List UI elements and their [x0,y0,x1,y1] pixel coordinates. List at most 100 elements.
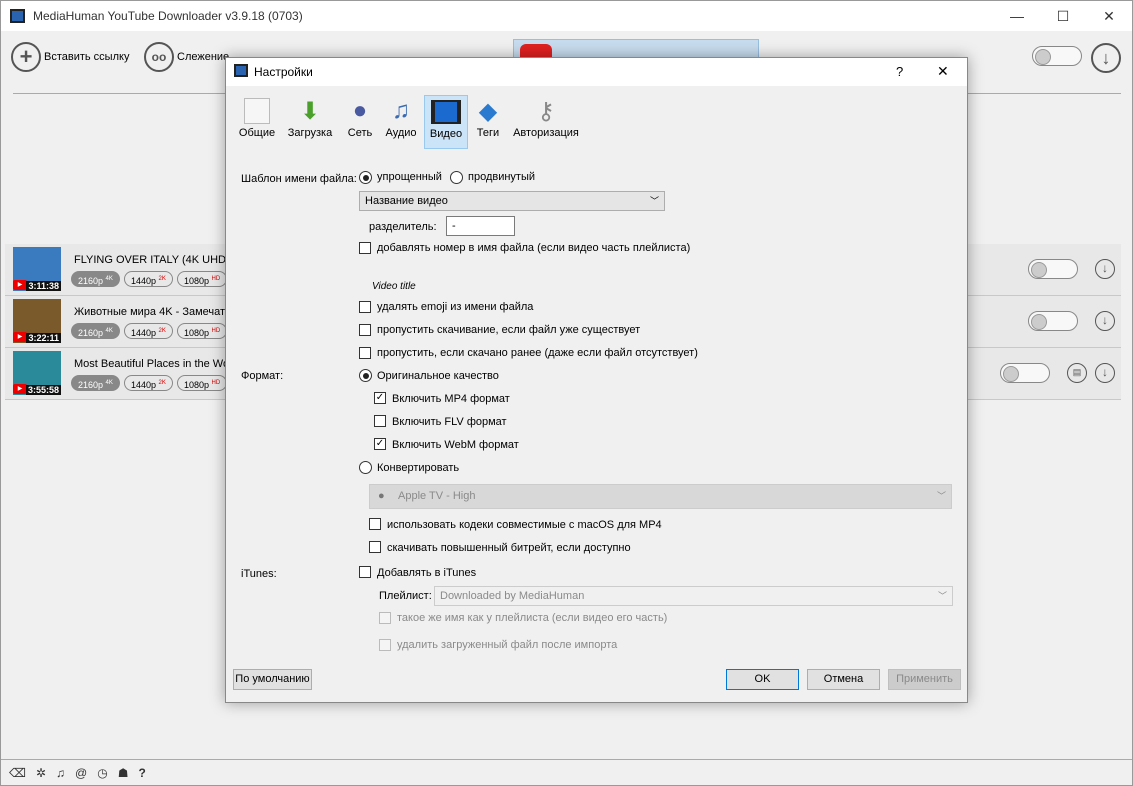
ok-button[interactable]: OK [726,669,799,690]
settings-app-icon [234,64,248,77]
clock-icon[interactable]: ◷ [97,766,107,786]
mp4-checkbox[interactable]: ✓ [374,392,386,404]
row-toggle[interactable] [1028,311,1078,331]
quality-1080p[interactable]: 1080p HD [177,323,228,339]
tab-download[interactable]: ⬇ Загрузка [284,95,336,149]
original-quality-label: Оригинальное качество [377,370,499,382]
quality-2160p[interactable]: 2160p 4K [71,323,120,339]
minimize-button[interactable]: — [994,1,1040,31]
flv-label: Включить FLV формат [392,416,507,428]
tab-video[interactable]: Видео [424,95,468,149]
quality-1440p[interactable]: 1440p 2K [124,375,173,391]
document-icon[interactable]: ▤ [1067,363,1087,383]
playlist-input[interactable]: Downloaded by MediaHuman ﹀ [434,586,953,606]
globe-icon: ● [352,97,368,124]
add-itunes-checkbox[interactable] [359,566,371,578]
help-icon[interactable]: ? [138,766,145,786]
convert-label: Конвертировать [377,462,460,474]
quality-2160p[interactable]: 2160p 4K [71,271,120,287]
same-name-checkbox[interactable] [379,612,391,624]
youtube-icon: ▶ [13,332,27,342]
advanced-radio[interactable] [450,171,463,184]
mode-toggle[interactable] [1032,46,1082,66]
youtube-icon: ▶ [13,280,27,290]
skip-exists-checkbox[interactable] [359,324,371,336]
webm-label: Включить WebM формат [392,439,519,451]
binoculars-icon[interactable]: ☗ [118,766,129,786]
close-window-button[interactable]: ✕ [1086,1,1132,31]
defaults-button[interactable]: По умолчанию [233,669,312,690]
help-button[interactable]: ? [896,64,903,79]
separator-input[interactable]: - [446,216,515,236]
duration: 3:22:11 [26,333,61,343]
download-icon[interactable]: ↓ [1095,311,1115,331]
download-arrow-icon: ⬇ [299,97,321,125]
convert-preset-select[interactable]: ● Apple TV - High ﹀ [369,484,952,509]
macos-codecs-checkbox[interactable] [369,518,381,530]
youtube-icon: ▶ [13,384,27,394]
advanced-label: продвинутый [468,171,536,183]
row-toggle[interactable] [1000,363,1050,383]
quality-1440p[interactable]: 1440p 2K [124,271,173,287]
paste-link-label: Вставить ссылку [44,51,130,63]
close-dialog-button[interactable]: ✕ [937,63,949,80]
switch-icon [236,95,278,127]
skip-downloaded-checkbox[interactable] [359,347,371,359]
maximize-button[interactable]: ☐ [1040,1,1086,31]
download-all-icon[interactable]: ↓ [1091,43,1121,73]
tab-network[interactable]: ● Сеть [342,95,378,149]
quality-1080p[interactable]: 1080p HD [177,271,228,287]
video-title: FLYING OVER ITALY (4K UHD) - [74,254,237,266]
quality-2160p[interactable]: 2160p 4K [71,375,120,391]
quality-1080p[interactable]: 1080p HD [177,375,228,391]
title-bar: MediaHuman YouTube Downloader v3.9.18 (0… [1,1,1132,31]
snail-icon[interactable]: @ [75,766,87,786]
plus-icon: + [11,42,41,72]
music-note-icon: ♫ [392,97,410,124]
tab-general[interactable]: Общие [236,95,278,149]
tracking-button[interactable]: oo Слежение [144,42,229,72]
tab-audio[interactable]: ♫ Аудио [382,95,420,149]
app-title: MediaHuman YouTube Downloader v3.9.18 (0… [33,9,303,23]
thumbnail: ▶ 3:11:38 [13,247,61,291]
clean-icon[interactable]: ⌫ [9,766,26,786]
duration: 3:11:38 [26,281,61,291]
cancel-button[interactable]: Отмена [807,669,880,690]
macos-codecs-label: использовать кодеки совместимые с macOS … [387,519,662,531]
row-toggle[interactable] [1028,259,1078,279]
download-icon[interactable]: ↓ [1095,259,1115,279]
mp4-label: Включить MP4 формат [392,393,510,405]
settings-icon[interactable]: ✲ [36,766,46,786]
webm-checkbox[interactable]: ✓ [374,438,386,450]
remove-emoji-checkbox[interactable] [359,301,371,313]
download-icon[interactable]: ↓ [1095,363,1115,383]
dialog-title-bar: Настройки ? ✕ [226,58,967,86]
tracking-label: Слежение [177,51,230,63]
add-number-checkbox[interactable] [359,242,371,254]
remove-emoji-label: удалять emoji из имени файла [377,301,534,313]
skip-downloaded-label: пропустить, если скачано ранее (даже есл… [377,347,698,359]
delete-after-label: удалить загруженный файл после импорта [397,639,618,651]
simple-radio[interactable] [359,171,372,184]
playlist-label: Плейлист: [379,590,432,602]
filename-template-label: Шаблон имени файла: [241,173,357,185]
format-label: Формат: [241,370,284,382]
template-select[interactable]: Название видео ﹀ [359,191,665,211]
video-title: Животные мира 4K - Замечате [74,306,232,318]
apple-icon: ● [378,490,385,502]
music-icon[interactable]: ♫ [56,766,65,786]
filename-preview: Video title [372,281,416,292]
high-bitrate-checkbox[interactable] [369,541,381,553]
original-quality-radio[interactable] [359,369,372,382]
tab-tags[interactable]: ◆ Теги [472,95,504,149]
tab-authorization[interactable]: ⚷ Авторизация [510,95,582,149]
flv-checkbox[interactable] [374,415,386,427]
delete-after-checkbox[interactable] [379,639,391,651]
same-name-label: такое же имя как у плейлиста (если видео… [397,612,668,624]
paste-link-button[interactable]: + Вставить ссылку [11,42,129,72]
high-bitrate-label: скачивать повышенный битрейт, если досту… [387,542,631,554]
apply-button[interactable]: Применить [888,669,961,690]
convert-radio[interactable] [359,461,372,474]
separator-label: разделитель: [369,221,437,233]
quality-1440p[interactable]: 1440p 2K [124,323,173,339]
